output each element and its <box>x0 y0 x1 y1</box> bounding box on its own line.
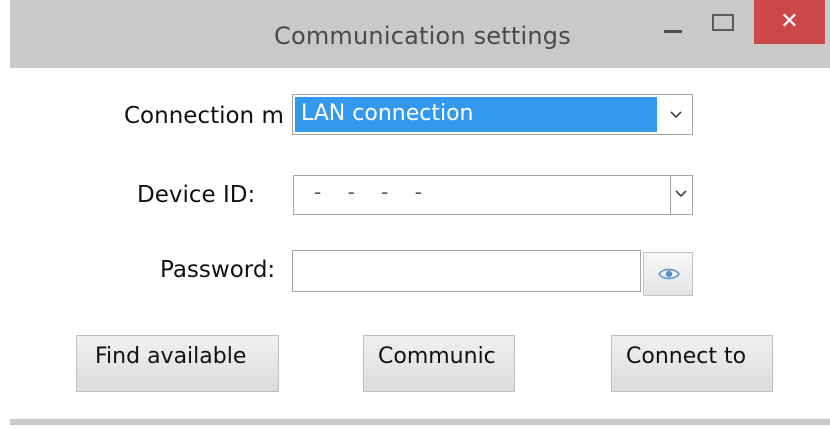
communicate-button[interactable]: Communic <box>363 335 515 392</box>
maximize-button[interactable] <box>704 0 748 44</box>
device-id-value: - - - - <box>314 180 432 204</box>
connection-mode-label: Connection m <box>124 103 284 129</box>
connection-mode-value: LAN connection <box>295 97 657 132</box>
minimize-icon <box>664 30 682 33</box>
title-bar[interactable]: Communication settings ✕ <box>10 0 830 68</box>
password-label: Password: <box>160 257 276 283</box>
device-id-select[interactable]: - - - - <box>293 175 693 215</box>
eye-icon <box>658 268 680 280</box>
connection-mode-select[interactable]: LAN connection <box>292 94 693 135</box>
chevron-down-icon[interactable] <box>673 186 689 202</box>
minimize-button[interactable] <box>652 0 696 44</box>
communication-settings-window: Communication settings ✕ Connection m LA… <box>10 0 830 425</box>
window-title: Communication settings <box>274 22 571 50</box>
device-id-label: Device ID: <box>137 182 256 208</box>
close-icon: ✕ <box>780 9 799 34</box>
show-password-button[interactable] <box>643 252 693 296</box>
dropdown-divider <box>670 176 671 214</box>
maximize-icon <box>712 14 734 31</box>
find-available-button[interactable]: Find available <box>76 335 279 392</box>
close-button[interactable]: ✕ <box>754 0 825 44</box>
dialog-body: Connection m LAN connection Device ID: -… <box>10 68 830 419</box>
password-input[interactable] <box>292 250 641 292</box>
chevron-down-icon[interactable] <box>668 107 684 123</box>
connect-to-button[interactable]: Connect to <box>611 335 773 392</box>
